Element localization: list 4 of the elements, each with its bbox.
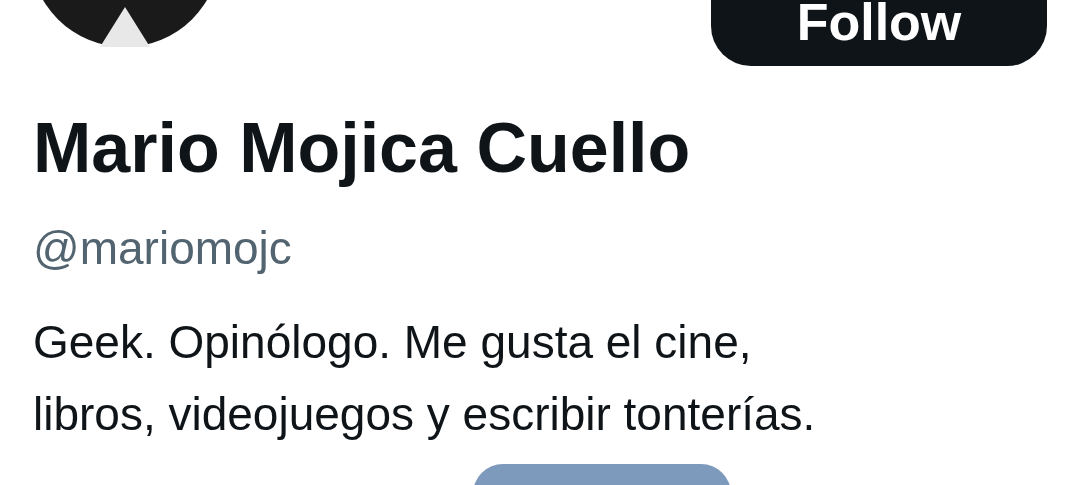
profile-bio: Geek. Opinólogo. Me gusta el cine, libros, videojuegos y escribir tonterías. (33, 315, 817, 442)
profile-handle: @mariomojc (33, 221, 293, 276)
follow-button[interactable]: Follow (711, 0, 1047, 66)
profile-name: Mario Mojica Cuello (33, 108, 692, 188)
